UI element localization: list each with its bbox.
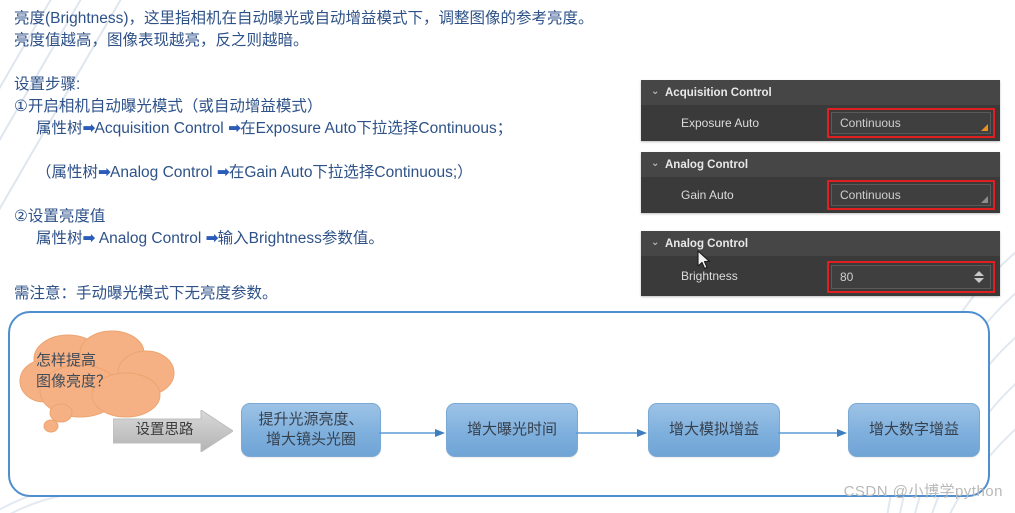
bubble-line-2: 图像亮度？ [36,373,112,390]
panel-header-analog-control[interactable]: ⌄ Analog Control [641,152,1000,177]
explanation-text-block: 亮度(Brightness)，这里指相机在自动曝光或自动增益模式下，调整图像的参… [14,8,644,305]
spinner-down-icon[interactable] [974,278,984,283]
flow-step-box[interactable]: 增大数字增益 [848,403,980,457]
highlight-box: Continuous [827,108,995,138]
resize-grip-icon[interactable] [981,124,988,131]
flow-step-line-1: 增大模拟增益 [668,421,759,438]
path-prefix: （属性树 [36,164,99,181]
flow-step-line-1: 增大曝光时间 [466,421,557,438]
flow-connector-arrow [576,429,647,437]
analog-control-brightness-panel: ⌄ Analog Control Brightness 80 [641,231,1000,296]
gray-arrow-label: 设置思路 [135,422,194,438]
panel-body: ⌄ Analog Control Brightness 80 [641,231,1000,296]
panel-header-analog-control-2[interactable]: ⌄ Analog Control [641,231,1000,256]
flow-step-line-2: 增大镜头光圈 [265,431,356,448]
flow-connector-arrow [379,429,445,437]
property-label: Brightness [681,269,738,283]
chevron-down-icon[interactable]: ⌄ [651,158,665,169]
slide-canvas: 亮度(Brightness)，这里指相机在自动曝光或自动增益模式下，调整图像的参… [0,0,1015,513]
paragraph-line: 亮度(Brightness)，这里指相机在自动曝光或自动增益模式下，调整图像的参… [14,10,594,27]
chevron-down-icon[interactable]: ⌄ [651,237,665,248]
chevron-down-icon[interactable]: ⌄ [651,86,665,97]
step-two: ②设置亮度值 [14,208,106,225]
step-two-path: 属性树➡ Analog Control ➡输入Brightness参数值。 [14,228,644,250]
flow-step-box[interactable]: 增大模拟增益 [648,403,780,457]
watermark-text: CSDN @小博学python [843,483,1003,500]
steps-heading: 设置步骤: [14,76,81,93]
panel-body: ⌄ Analog Control Gain Auto Continuous [641,152,1000,213]
right-arrow-icon: ➡ [82,230,96,247]
panel-body: ⌄ Acquisition Control Exposure Auto Cont… [641,80,1000,141]
path-prefix: 属性树 [36,230,83,247]
property-row-exposure-auto: Exposure Auto Continuous [641,105,1000,141]
property-row-gain-auto: Gain Auto Continuous [641,177,1000,213]
panel-header-label: Analog Control [665,237,749,250]
property-label: Gain Auto [681,188,734,202]
acquisition-control-panel: ⌄ Acquisition Control Exposure Auto Cont… [641,80,1000,141]
highlight-box: 80 [827,261,995,293]
path-prefix: 属性树 [36,120,83,137]
right-arrow-icon: ➡ [228,120,241,137]
panel-header-label: Analog Control [665,158,749,171]
flow-step-box[interactable]: 提升光源亮度、 增大镜头光圈 [241,403,381,457]
path-middle: Acquisition Control [94,120,229,137]
path-middle: Analog Control [110,164,217,181]
paragraph-line: 亮度值越高，图像表现越亮，反之则越暗。 [14,32,309,49]
property-label: Exposure Auto [681,116,760,130]
path-suffix: 输入Brightness参数值。 [217,230,384,247]
panel-header-label: Acquisition Control [665,86,772,99]
brightness-value: 80 [840,270,854,284]
thought-bubble-text: 怎样提高 图像亮度？ [36,350,161,392]
spinner-up-icon[interactable] [974,271,984,276]
resize-grip-icon[interactable] [981,196,988,203]
right-arrow-icon: ➡ [216,164,230,181]
brightness-input[interactable]: 80 [831,265,991,289]
step-one-alt-path: （属性树➡Analog Control ➡在Gain Auto下拉选择Conti… [14,162,644,184]
flow-step-line-1: 增大数字增益 [868,421,959,438]
spinner-arrows[interactable] [974,271,984,283]
step-one: ①开启相机自动曝光模式（或自动增益模式） [14,98,323,115]
right-arrow-icon: ➡ [82,120,96,137]
dropdown-value: Continuous [840,188,901,202]
note-line: 需注意：手动曝光模式下无亮度参数。 [14,285,278,302]
analog-control-gain-panel: ⌄ Analog Control Gain Auto Continuous [641,152,1000,213]
bubble-line-1: 怎样提高 [36,352,97,369]
gain-auto-dropdown[interactable]: Continuous [831,184,991,206]
exposure-auto-dropdown[interactable]: Continuous [831,112,991,134]
path-suffix: 在Exposure Auto下拉选择Continuous； [240,120,513,137]
property-row-brightness: Brightness 80 [641,256,1000,296]
flow-step-line-1: 提升光源亮度、 [258,411,364,428]
mouse-cursor-icon [697,250,710,270]
panel-header-acquisition-control[interactable]: ⌄ Acquisition Control [641,80,1000,105]
flow-step-box[interactable]: 增大曝光时间 [446,403,578,457]
right-arrow-icon: ➡ [205,230,219,247]
path-suffix: 在Gain Auto下拉选择Continuous;） [228,164,473,181]
step-one-path: 属性树➡Acquisition Control ➡在Exposure Auto下… [14,118,644,140]
flow-connector-arrow [778,429,847,437]
dropdown-value: Continuous [840,116,901,130]
right-arrow-icon: ➡ [98,164,111,181]
highlight-box: Continuous [827,180,995,210]
path-middle: Analog Control [94,230,206,247]
